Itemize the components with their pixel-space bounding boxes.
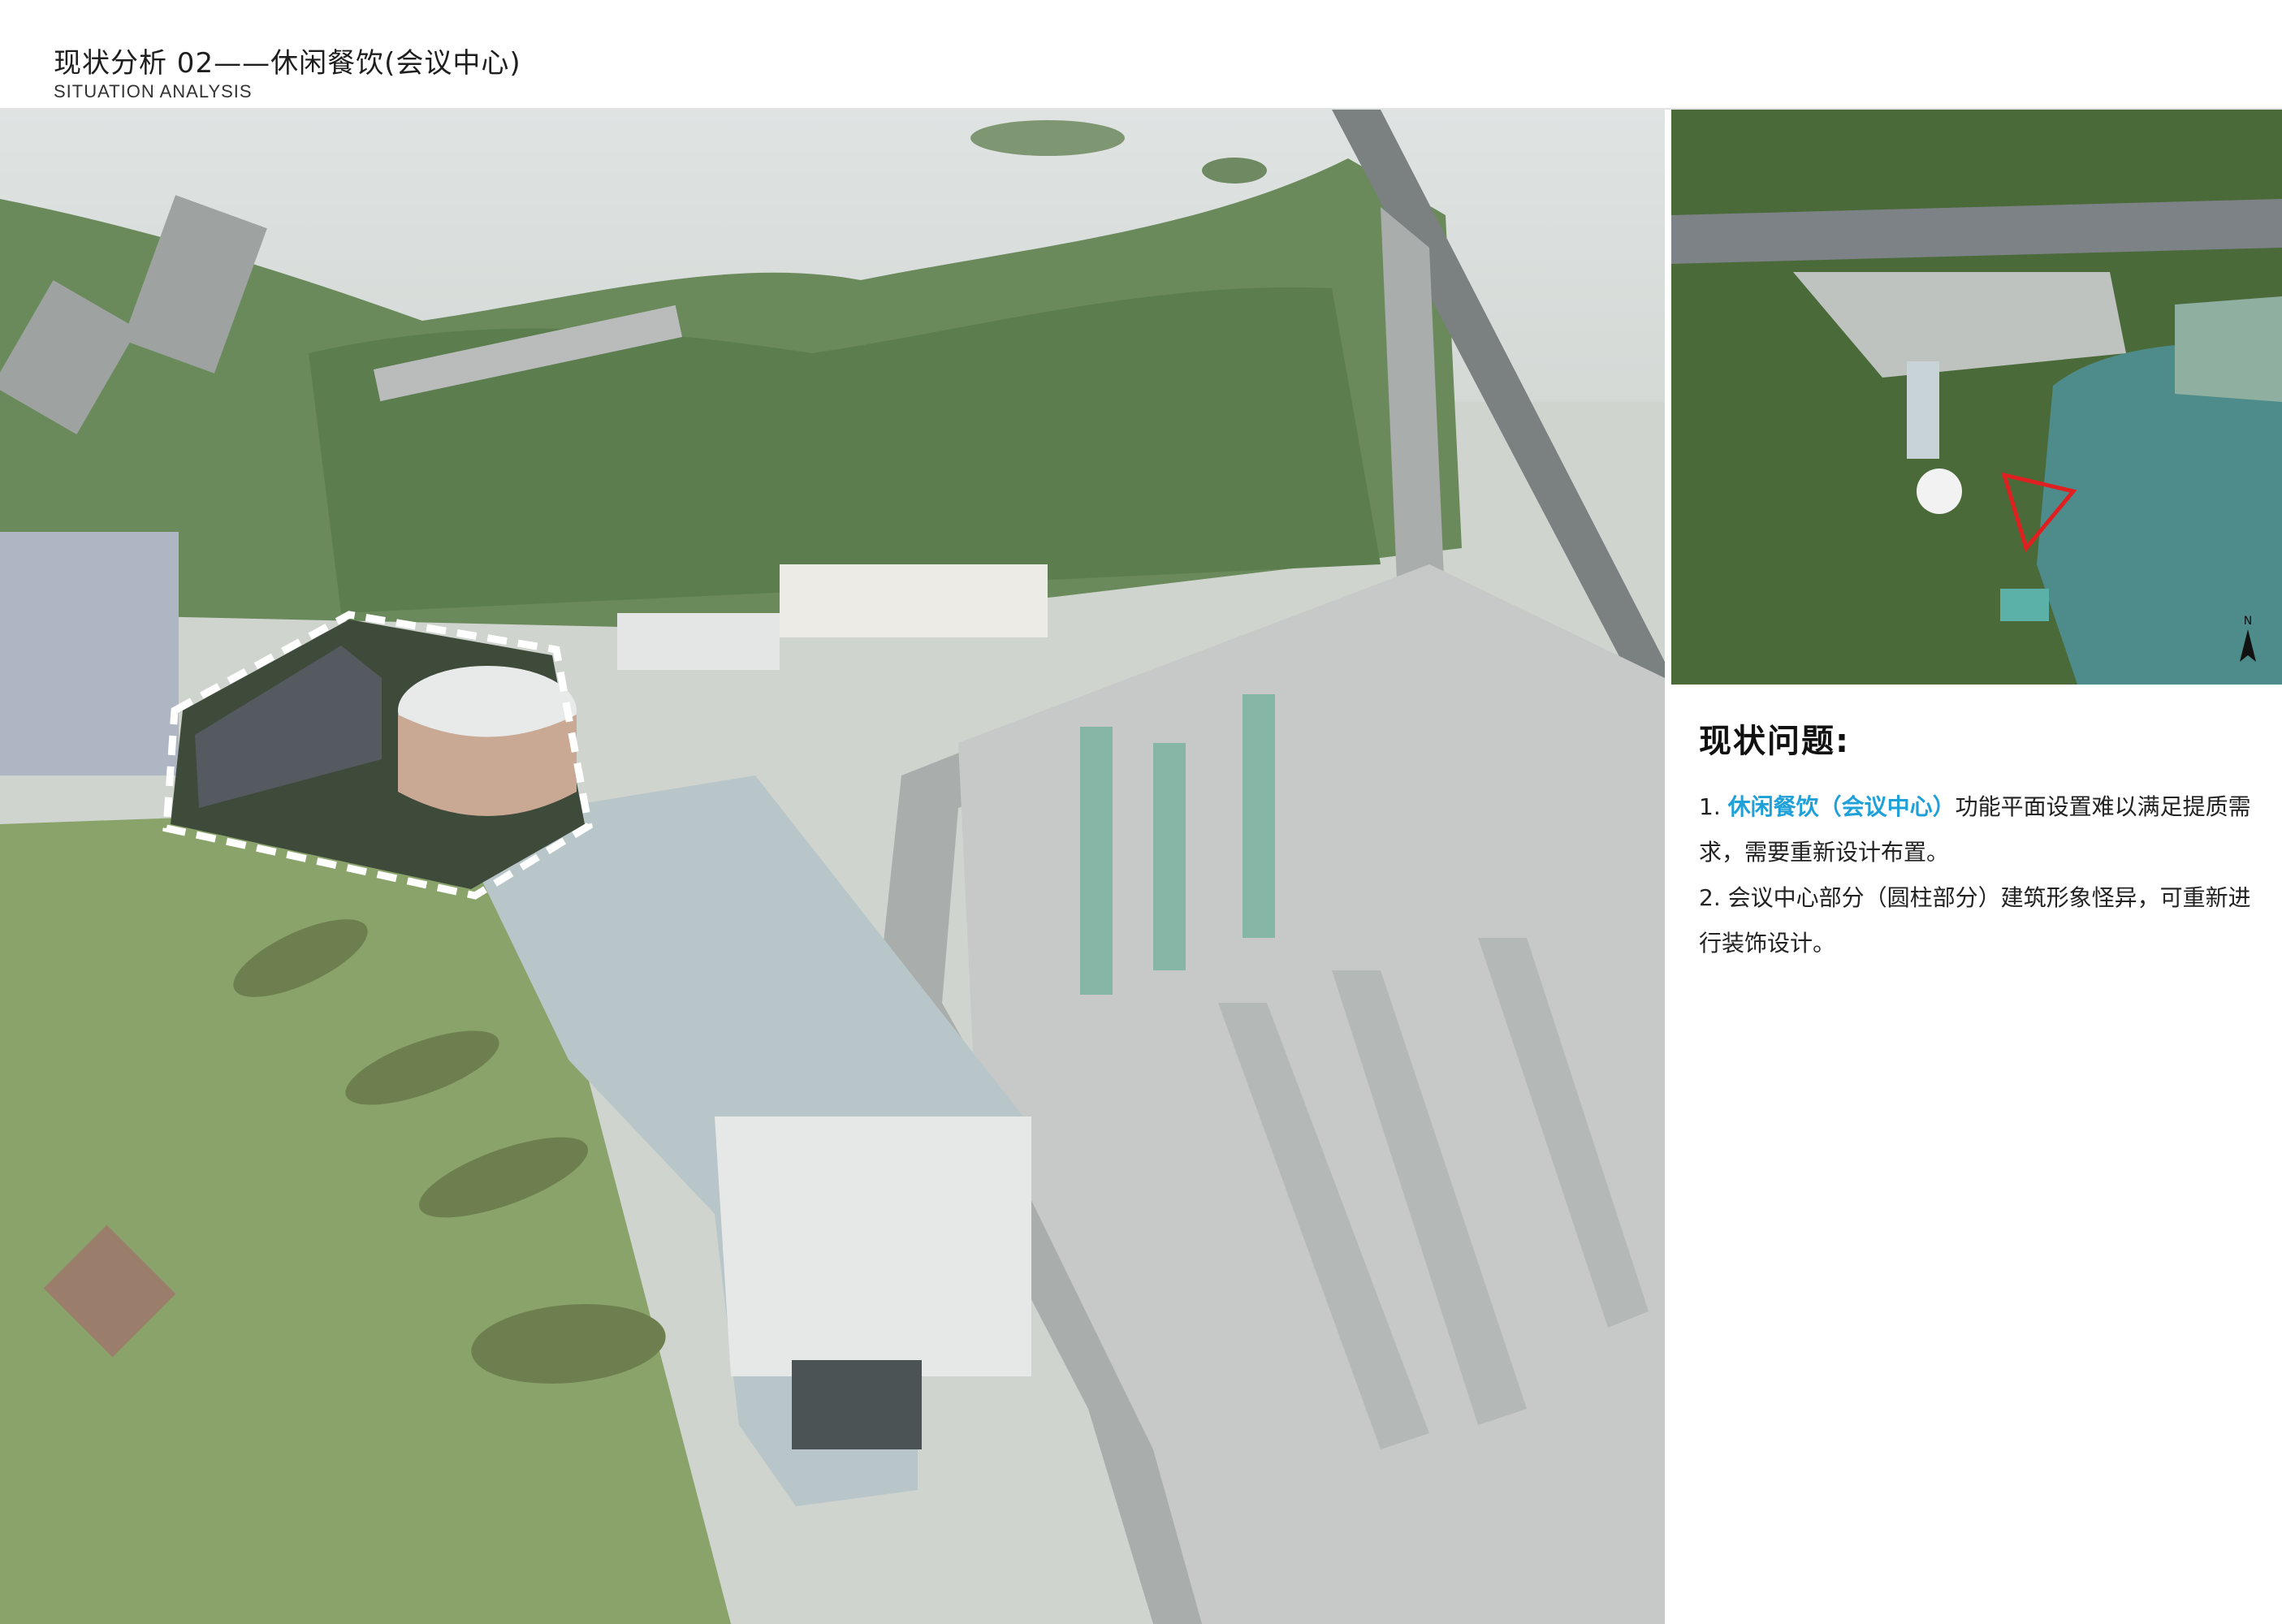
issues-panel: 现状问题: 1. 休闲餐饮（会议中心）功能平面设置难以满足提质需求，需要重新设计…: [1699, 715, 2267, 966]
minimap-dome: [1917, 469, 1962, 514]
service-building: [617, 613, 780, 670]
issue-item-2: 2. 会议中心部分（圆柱部分）建筑形象怪异，可重新进行装饰设计。: [1699, 875, 2267, 966]
island: [1202, 158, 1267, 184]
canopy: [1080, 727, 1113, 995]
aerial-photo-illustration: [0, 110, 1665, 1624]
issue-highlight: 休闲餐饮（会议中心）: [1727, 793, 1956, 820]
hall-entrance: [792, 1360, 922, 1449]
page-header: 现状分析 02——休闲餐饮(会议中心) SITUATION ANALYSIS: [54, 47, 521, 102]
minimap-pond: [2175, 296, 2282, 402]
minimap-court: [2000, 589, 2049, 621]
canopy: [1153, 743, 1186, 970]
north-label: N: [2244, 615, 2252, 628]
issue-number: 2.: [1699, 884, 1728, 911]
location-minimap: N: [1671, 110, 2282, 685]
hotel-building: [0, 532, 179, 775]
page-title: 现状分析 02——休闲餐饮(会议中心): [54, 47, 521, 80]
aerial-photo: [0, 110, 1665, 1624]
issue-text: 会议中心部分（圆柱部分）建筑形象怪异，可重新进行装饰设计。: [1699, 884, 2251, 957]
minimap-illustration: N: [1671, 110, 2282, 685]
panel-title: 现状问题:: [1699, 723, 1850, 760]
issue-number: 1.: [1699, 793, 1728, 820]
issue-item-1: 1. 休闲餐饮（会议中心）功能平面设置难以满足提质需求，需要重新设计布置。: [1699, 784, 2267, 875]
page-subtitle: SITUATION ANALYSIS: [54, 81, 253, 102]
exhibition-hall-roof: [715, 1116, 1031, 1376]
canopy: [1243, 694, 1275, 938]
island: [970, 120, 1125, 156]
minimap-building: [1907, 361, 1939, 459]
service-building: [780, 564, 1048, 637]
